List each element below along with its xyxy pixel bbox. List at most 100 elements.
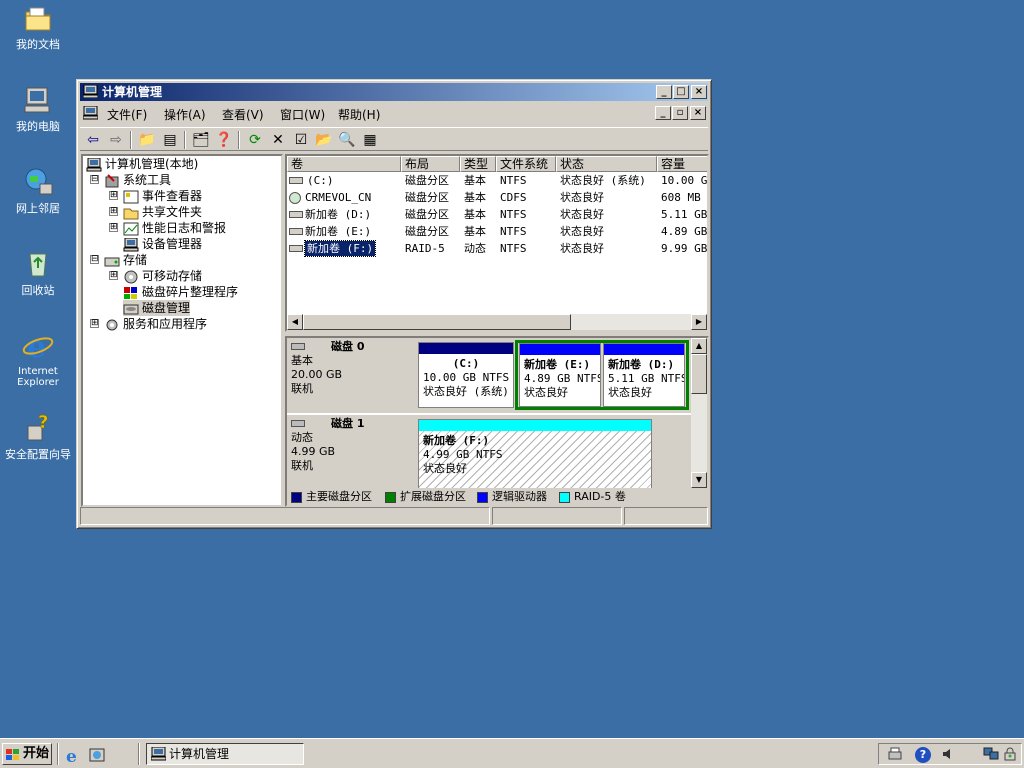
scroll-thumb[interactable]	[303, 314, 571, 330]
child-restore-button[interactable]: ▫	[672, 106, 688, 120]
tree-node-event-viewer[interactable]: ⊞ 事件查看器	[109, 188, 202, 204]
minimize-button[interactable]: _	[656, 85, 672, 99]
expand-icon[interactable]: ⊞	[109, 191, 118, 200]
taskbar-button-computer-management[interactable]: 计算机管理	[146, 743, 304, 765]
desktop-icon-my-computer[interactable]: 我的电脑	[0, 84, 76, 133]
partition-d[interactable]: 新加卷 (D:) 5.11 GB NTFS 状态良好	[603, 343, 685, 407]
back-arrow-icon[interactable]: ⇦	[84, 131, 102, 149]
scroll-right-icon[interactable]: ▶	[691, 314, 707, 330]
expand-icon[interactable]: ⊞	[109, 271, 118, 280]
volume-row[interactable]: 新加卷 (E:) 磁盘分区 基本 NTFS 状态良好 4.89 GB	[287, 223, 707, 240]
volume-row-selected[interactable]: 新加卷 (F:) RAID-5 动态 NTFS 状态良好 9.99 GB	[287, 240, 707, 257]
tree-node-defrag[interactable]: 磁盘碎片整理程序	[123, 284, 238, 300]
menu-file[interactable]: 文件(F)	[107, 106, 147, 123]
menu-action[interactable]: 操作(A)	[164, 106, 206, 123]
taskbar-separator	[57, 743, 59, 765]
horizontal-scrollbar[interactable]: ◀ ▶	[287, 314, 707, 330]
tree-label: 服务和应用程序	[123, 317, 208, 331]
tree-node-shared-folders[interactable]: ⊞ 共享文件夹	[109, 204, 202, 220]
child-minimize-button[interactable]: _	[655, 106, 671, 120]
internet-explorer-icon: e	[22, 330, 54, 365]
column-header-type[interactable]: 类型	[460, 156, 496, 172]
partition-e[interactable]: 新加卷 (E:) 4.89 GB NTFS 状态良好	[519, 343, 601, 407]
tray-help-icon[interactable]: ?	[915, 747, 931, 763]
tree-node-removable-storage[interactable]: ⊞ 可移动存储	[109, 268, 202, 284]
volume-row[interactable]: CRMEVOL_CN 磁盘分区 基本 CDFS 状态良好 608 MB	[287, 189, 707, 206]
partition-c[interactable]: (C:) 10.00 GB NTFS 状态良好 (系统)	[418, 342, 514, 408]
tree-node-system-tools[interactable]: ⊟ 系统工具	[90, 172, 171, 188]
refresh-icon[interactable]: ⟳	[246, 131, 264, 149]
vertical-scrollbar[interactable]: ▲ ▼	[691, 338, 707, 488]
disk-row[interactable]: 磁盘 0 基本 20.00 GB 联机 (C:) 10.00 GB NTFS 状态良…	[287, 338, 692, 413]
tree-node-device-manager[interactable]: 设备管理器	[123, 236, 202, 252]
show-hide-tree-icon[interactable]: ▤	[161, 131, 179, 149]
tree-label: 性能日志和警报	[142, 221, 227, 235]
expand-icon[interactable]: ⊞	[90, 319, 99, 328]
tree-node-disk-management[interactable]: 磁盘管理	[123, 300, 191, 316]
scroll-thumb[interactable]	[691, 354, 707, 394]
volume-fs: NTFS	[500, 174, 527, 187]
partition-f[interactable]: 新加卷 (F:) 4.99 GB NTFS 状态良好	[418, 419, 652, 495]
menu-help[interactable]: 帮助(H)	[338, 106, 380, 123]
tray-network-icon[interactable]	[983, 747, 999, 761]
forward-arrow-icon[interactable]: ⇨	[107, 131, 125, 149]
expand-icon[interactable]: ⊞	[109, 207, 118, 216]
column-header-capacity[interactable]: 容量	[657, 156, 707, 172]
disk-graphical-view: 磁盘 0 基本 20.00 GB 联机 (C:) 10.00 GB NTFS 状态良…	[285, 336, 709, 507]
quicklaunch-explorer-icon[interactable]	[88, 746, 106, 764]
help-icon[interactable]: ❓	[215, 131, 233, 149]
tree-node-root[interactable]: 计算机管理(本地)	[86, 156, 198, 172]
volume-fs: CDFS	[500, 191, 527, 204]
collapse-icon[interactable]: ⊟	[90, 175, 99, 184]
search-icon[interactable]: 🔍	[338, 131, 356, 149]
tree-node-perf-logs[interactable]: ⊞ 性能日志和警报	[109, 220, 226, 236]
desktop-icon-my-documents[interactable]: 我的文档	[0, 2, 76, 51]
column-header-filesystem[interactable]: 文件系统	[496, 156, 556, 172]
column-header-volume[interactable]: 卷	[287, 156, 401, 172]
shared-folder-icon	[123, 206, 139, 220]
volume-type: 基本	[464, 174, 486, 187]
folder-icon	[22, 2, 54, 34]
partition-info: 5.11 GB NTFS	[608, 372, 684, 385]
volume-row[interactable]: 新加卷 (D:) 磁盘分区 基本 NTFS 状态良好 5.11 GB	[287, 206, 707, 223]
properties-sheet-icon[interactable]: ☑	[292, 131, 310, 149]
tray-volume-icon[interactable]	[941, 747, 955, 761]
up-folder-icon[interactable]: 📁	[138, 131, 156, 149]
mdi-icon[interactable]	[82, 105, 99, 120]
open-folder-icon[interactable]: 📂	[315, 131, 333, 149]
volume-row[interactable]: (C:) 磁盘分区 基本 NTFS 状态良好 (系统) 10.00 GB	[287, 172, 709, 189]
close-button[interactable]: ×	[691, 85, 707, 99]
disk-state: 联机	[291, 382, 313, 395]
disk-row[interactable]: 磁盘 1 动态 4.99 GB 联机 新加卷 (F:) 4.99 GB NTFS 状…	[287, 415, 692, 495]
computer-management-window: 计算机管理 _ □ × 文件(F) 操作(A) 查看(V) 窗口(W) 帮助(H…	[76, 79, 712, 529]
collapse-icon[interactable]: ⊟	[90, 255, 99, 264]
tray-printer-icon[interactable]	[887, 747, 903, 761]
tree-node-storage[interactable]: ⊟ 存储	[90, 252, 147, 268]
start-button[interactable]: 开始	[2, 743, 52, 765]
volume-capacity: 10.00 GB	[661, 174, 709, 187]
menu-window[interactable]: 窗口(W)	[280, 106, 325, 123]
menu-view[interactable]: 查看(V)	[222, 106, 264, 123]
desktop-icon-network[interactable]: 网上邻居	[0, 166, 76, 215]
delete-icon[interactable]: ✕	[269, 131, 287, 149]
maximize-button[interactable]: □	[673, 85, 689, 99]
tray-security-icon[interactable]	[1003, 747, 1017, 761]
disk-label: 磁盘 1 动态 4.99 GB 联机	[291, 417, 413, 473]
scroll-down-icon[interactable]: ▼	[691, 472, 707, 488]
child-close-button[interactable]: ×	[690, 106, 706, 120]
column-header-status[interactable]: 状态	[556, 156, 657, 172]
scroll-left-icon[interactable]: ◀	[287, 314, 303, 330]
desktop-icon-security-wizard[interactable]: ? 安全配置向导	[0, 412, 76, 461]
desktop-icon-recycle-bin[interactable]: 回收站	[0, 248, 76, 297]
desktop-icon-ie[interactable]: e Internet Explorer	[0, 330, 76, 388]
scroll-up-icon[interactable]: ▲	[691, 338, 707, 354]
column-header-layout[interactable]: 布局	[401, 156, 460, 172]
volume-status: 状态良好	[560, 191, 604, 204]
expand-icon[interactable]: ⊞	[109, 223, 118, 232]
disk-size: 20.00 GB	[291, 368, 343, 381]
properties-icon[interactable]: 🗂	[192, 131, 210, 149]
title-bar[interactable]: 计算机管理 _ □ ×	[80, 83, 708, 101]
quicklaunch-ie-icon[interactable]: e	[64, 746, 82, 767]
disk-wizard-icon[interactable]: ▦	[361, 131, 379, 149]
tree-node-services-apps[interactable]: ⊞ 服务和应用程序	[90, 316, 207, 332]
